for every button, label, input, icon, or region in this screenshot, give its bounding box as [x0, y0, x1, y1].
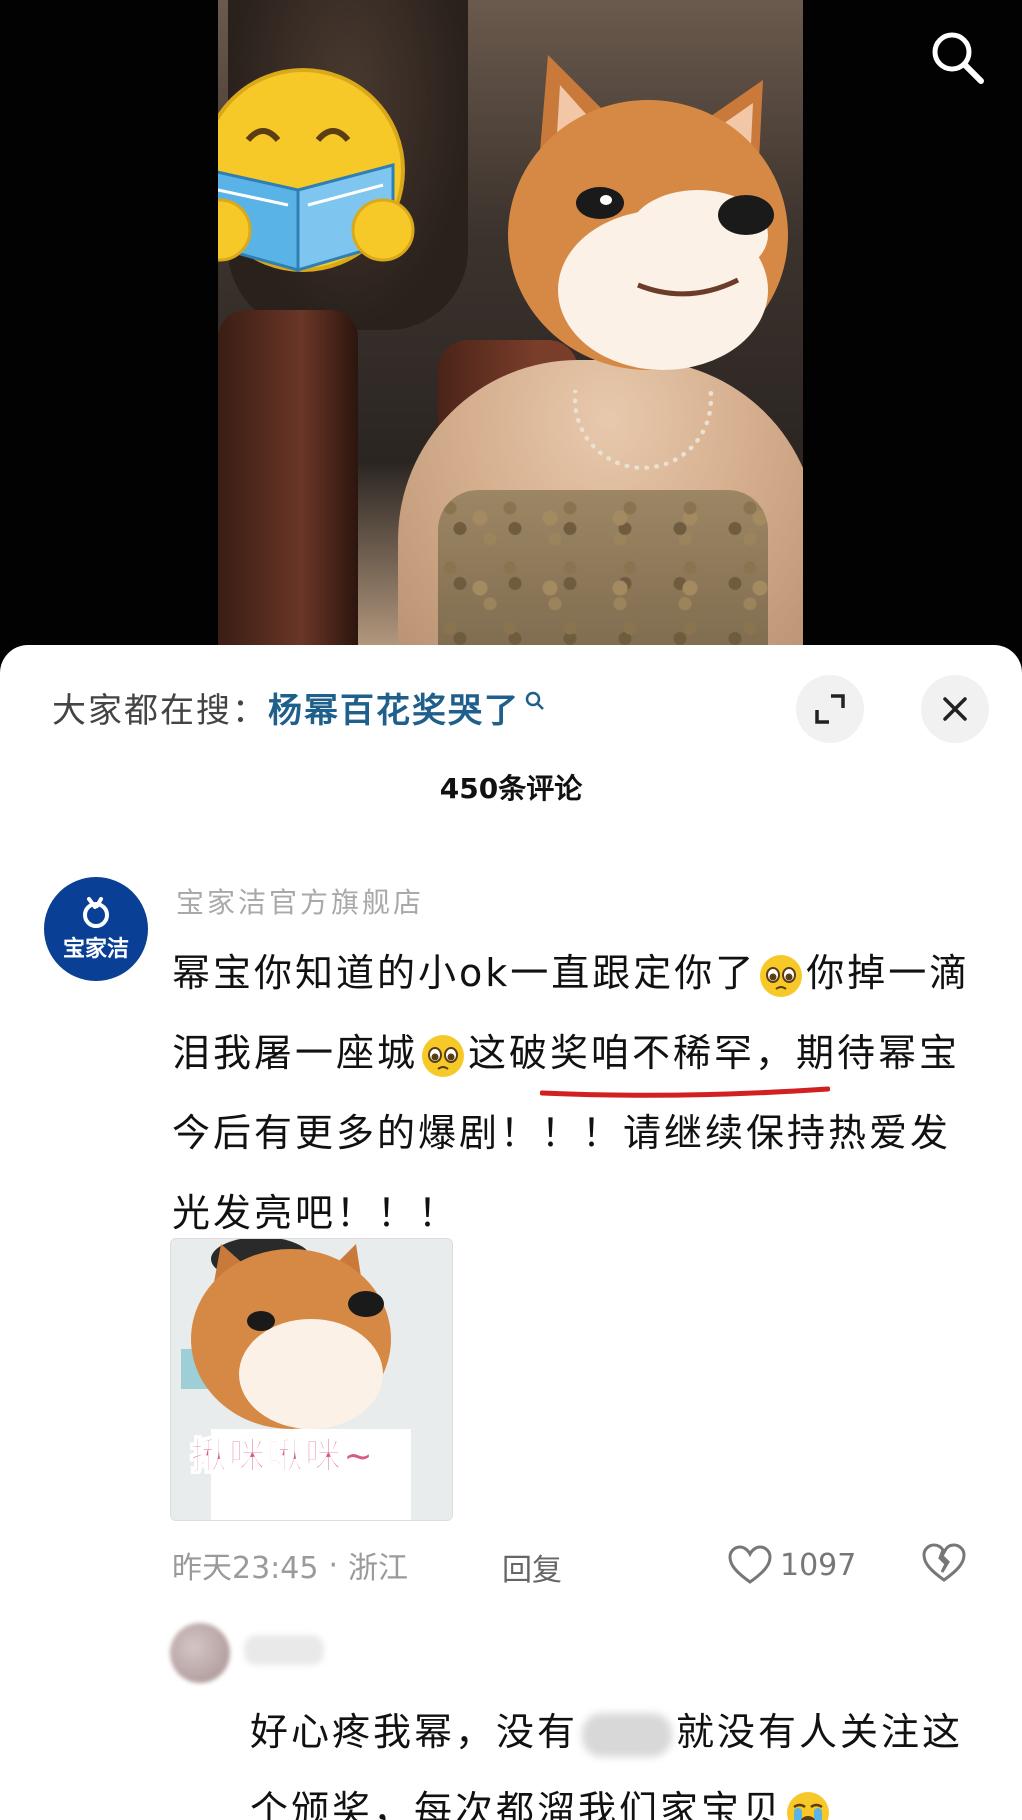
like-button[interactable]: 1097: [728, 1540, 856, 1590]
pleading-face-icon: [422, 1034, 465, 1077]
reading-emoji-sticker: [218, 68, 415, 273]
doge-head-sticker: [508, 55, 788, 370]
comment-text: 好心疼我幂，没有 就没有人关注这个颁奖，每次都溜我们家宝贝: [250, 1693, 990, 1820]
close-button[interactable]: [921, 675, 989, 743]
heart-icon: [728, 1545, 772, 1584]
video-player[interactable]: [0, 0, 1022, 660]
pleading-face-icon: [760, 954, 803, 997]
comment-username[interactable]: 宝家洁官方旗舰店: [176, 881, 424, 921]
broken-heart-icon: [922, 1543, 966, 1582]
comment-text-part: 好心疼我幂，没有: [250, 1710, 579, 1754]
comment-username-blurred[interactable]: [244, 1635, 324, 1665]
comment-sticker-image[interactable]: 揪咪啾咪~: [170, 1238, 453, 1521]
video-frame: [218, 0, 803, 660]
hot-search-term[interactable]: 杨幂百花奖哭了: [268, 683, 520, 732]
video-seat-left: [218, 310, 358, 660]
avatar[interactable]: [170, 1623, 230, 1683]
close-icon: [943, 697, 967, 721]
comment-sheet: 大家都在搜： 杨幂百花奖哭了 450条评论 宝家洁 宝家洁官方旗舰店 幂宝你知道…: [0, 645, 1022, 1820]
reply-button[interactable]: 回复: [502, 1545, 562, 1589]
comment-meta: 昨天23:45 · 浙江: [172, 1545, 409, 1587]
comment-text-part: 幂宝你知道的小ok一直跟定你了: [172, 951, 757, 995]
meta-separator: ·: [328, 1547, 339, 1583]
hot-search-prefix: 大家都在搜：: [52, 690, 268, 731]
brand-logo-icon: [83, 897, 109, 928]
video-dress: [438, 490, 768, 660]
like-count: 1097: [780, 1547, 857, 1583]
small-search-icon: [525, 691, 544, 710]
sticker-caption: 揪咪啾咪~: [190, 1436, 376, 1478]
avatar-text: 宝家洁: [62, 937, 129, 962]
expand-button[interactable]: [796, 675, 864, 743]
avatar[interactable]: 宝家洁: [44, 877, 148, 981]
search-icon: [932, 32, 984, 84]
comment-time: 昨天23:45: [172, 1551, 319, 1586]
dislike-button[interactable]: [922, 1542, 966, 1588]
red-underline-annotation: [540, 1086, 830, 1098]
comment-location: 浙江: [348, 1551, 409, 1586]
crying-face-icon: [787, 1791, 830, 1820]
comment-count: 450条评论: [439, 772, 583, 805]
hot-search-bar[interactable]: 大家都在搜： 杨幂百花奖哭了: [52, 683, 546, 732]
redacted-text: [582, 1712, 673, 1757]
expand-icon: [815, 694, 845, 724]
search-button[interactable]: [922, 22, 992, 92]
